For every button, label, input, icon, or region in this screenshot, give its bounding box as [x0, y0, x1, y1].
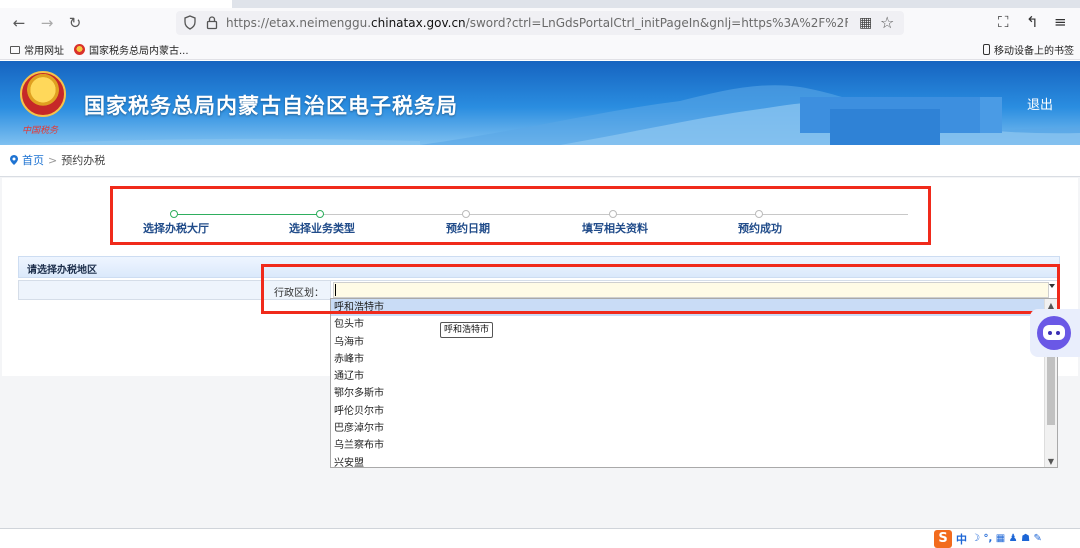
- dropdown-option[interactable]: 兴安盟: [331, 455, 1057, 467]
- reload-icon: ↻: [68, 14, 82, 32]
- dropdown-option[interactable]: 鄂尔多斯市: [331, 385, 1057, 402]
- option-tooltip: 呼和浩特市: [440, 322, 494, 338]
- active-tab[interactable]: [0, 0, 232, 8]
- address-bar[interactable]: https://etax.neimenggu.chinatax.gov.cn/s…: [176, 11, 904, 35]
- site-title: 国家税务总局内蒙古自治区电子税务局: [84, 94, 458, 118]
- emblem-caption: 中国税务: [22, 126, 59, 136]
- url-domain: chinatax.gov.cn: [371, 16, 466, 30]
- dropdown-option[interactable]: 通辽市: [331, 368, 1057, 385]
- mobile-bookmarks[interactable]: 移动设备上的书签: [983, 42, 1074, 57]
- national-emblem-icon: [20, 71, 66, 117]
- region-section-title: 请选择办税地区: [27, 265, 97, 276]
- bookmark-tax-bureau[interactable]: 国家税务总局内蒙古...: [74, 42, 189, 57]
- menu-icon[interactable]: ≡: [1054, 13, 1067, 31]
- mobile-device-icon: [983, 44, 990, 55]
- forward-arrow-icon: →: [40, 14, 54, 32]
- dropdown-option[interactable]: 呼伦贝尔市: [331, 403, 1057, 420]
- logout-link[interactable]: 退出: [1027, 94, 1053, 113]
- bookmark-common-sites[interactable]: 常用网址: [10, 42, 64, 57]
- ime-toolbar[interactable]: S 中 ☽ °, ▦ ♟ ☗ ✎: [934, 529, 1080, 548]
- url-text[interactable]: https://etax.neimenggu.chinatax.gov.cn/s…: [226, 16, 848, 30]
- annotation-highlight-region: [261, 264, 1060, 314]
- browser-toolbar: ← → ↻ https://etax.neimenggu.chinatax.go…: [0, 8, 1080, 38]
- url-path: /sword?ctrl=LnGdsPortalCtrl_initPageIn&g…: [465, 16, 848, 30]
- scroll-down-icon[interactable]: ▼: [1045, 455, 1057, 467]
- redacted-user-info-block: [980, 97, 1002, 133]
- dropdown-option[interactable]: 巴彦淖尔市: [331, 420, 1057, 437]
- reload-button[interactable]: ↻: [64, 13, 86, 33]
- robot-eye: [1048, 331, 1052, 335]
- bookmark-label: 常用网址: [24, 46, 64, 57]
- site-banner: 中国税务 国家税务总局内蒙古自治区电子税务局 退出: [0, 61, 1080, 145]
- tab-strip: [0, 0, 1080, 8]
- tax-emblem-favicon-icon: [74, 44, 85, 55]
- ime-tool-icons[interactable]: ☽ °, ▦ ♟ ☗ ✎: [971, 533, 1042, 544]
- breadcrumb-current: 预约办税: [61, 154, 106, 167]
- screenshot-crop-icon[interactable]: ⛶: [998, 13, 1009, 31]
- robot-eye: [1056, 331, 1060, 335]
- ime-mode-label[interactable]: 中: [956, 531, 967, 547]
- folder-icon: [10, 45, 20, 54]
- qr-code-icon[interactable]: ▦: [859, 15, 872, 31]
- location-pin-icon: [10, 155, 18, 165]
- breadcrumb: 首页 > 预约办税: [10, 152, 105, 168]
- undo-icon[interactable]: ↰: [1026, 13, 1039, 31]
- mobile-bookmarks-label: 移动设备上的书签: [994, 46, 1074, 57]
- shield-icon[interactable]: [184, 15, 196, 30]
- breadcrumb-separator: >: [48, 153, 58, 167]
- annotation-highlight-steps: [110, 186, 931, 245]
- breadcrumb-home-link[interactable]: 首页: [22, 152, 44, 168]
- forward-button[interactable]: →: [36, 13, 58, 33]
- robot-screen: [1043, 325, 1065, 340]
- dropdown-option[interactable]: 乌兰察布市: [331, 437, 1057, 454]
- redacted-user-info-block: [830, 109, 940, 145]
- sogou-logo-icon[interactable]: S: [934, 529, 952, 548]
- lock-icon[interactable]: [206, 15, 218, 30]
- back-arrow-icon: ←: [12, 14, 26, 32]
- bookmark-star-icon[interactable]: ☆: [880, 13, 894, 32]
- bookmark-label: 国家税务总局内蒙古...: [89, 46, 189, 57]
- url-prefix: https://etax.neimenggu.: [226, 16, 372, 30]
- dropdown-option[interactable]: 赤峰市: [331, 351, 1057, 368]
- bookmarks-bar: 常用网址 国家税务总局内蒙古... 移动设备上的书签: [0, 38, 1080, 60]
- back-button[interactable]: ←: [8, 13, 30, 33]
